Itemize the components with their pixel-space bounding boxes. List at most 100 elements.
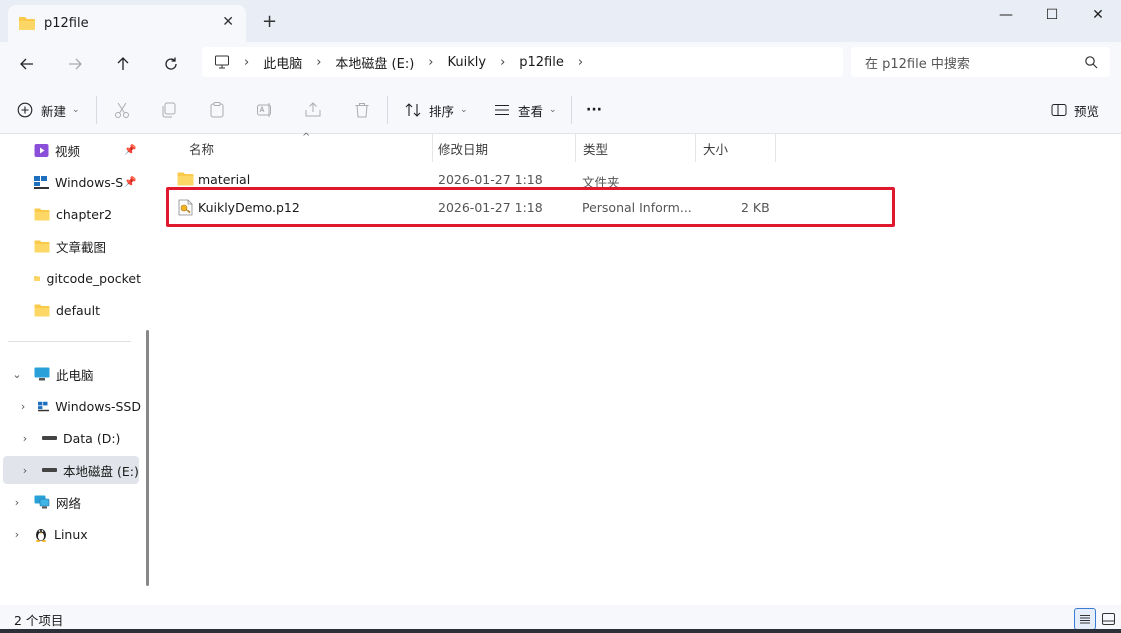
details-view-button[interactable] [1074,608,1096,630]
refresh-button[interactable] [155,50,187,78]
toolbar-divider [96,96,97,124]
scissors-icon [115,102,129,118]
column-header-modified[interactable]: 修改日期 [430,134,576,162]
chevron-right-icon: › [244,54,250,70]
delete-button[interactable] [353,98,371,122]
more-options-button[interactable]: ··· [586,98,602,122]
drive-icon [42,468,57,472]
new-tab-button[interactable]: + [262,11,277,32]
sidebar-item-drive-d[interactable]: › Data (D:) [0,424,141,452]
rename-icon [257,103,271,117]
sidebar-item-gitcode-pocket[interactable]: gitcode_pocket [0,264,141,292]
chevron-right-icon[interactable]: › [578,55,583,70]
sidebar-item-windows-ssd-drive[interactable]: › Windows-SSD [0,392,141,420]
back-button[interactable] [11,50,43,78]
sidebar-item-label: Windows-SSD [55,398,141,414]
folder-icon [34,304,50,316]
new-button[interactable]: 新建 ⌄ [17,98,80,122]
taskbar-edge [0,629,1121,633]
tab-close-button[interactable]: ✕ [222,14,234,30]
arrow-left-icon [20,58,33,70]
more-icon: ··· [586,102,602,118]
chevron-down-icon[interactable]: ⌄ [10,368,24,381]
chevron-right-icon: › [428,54,434,70]
drive-icon [42,436,57,440]
folder-icon [19,17,35,30]
column-header-name[interactable]: 名称 [181,134,433,162]
maximize-button[interactable]: ☐ [1029,0,1075,30]
sidebar-item-article-screenshots[interactable]: 文章截图 [0,232,141,260]
sidebar-item-label: 文章截图 [56,239,107,255]
tab-title: p12file [44,16,89,31]
address-bar[interactable]: › 此电脑 › 本地磁盘 (E:) › Kuikly › p12file › [202,47,843,77]
preview-label: 预览 [1074,103,1100,119]
breadcrumb-kuikly[interactable]: Kuikly [448,55,487,70]
highlight-box [166,187,895,227]
sidebar-item-label: 视频 [55,143,81,159]
search-box[interactable]: 在 p12file 中搜索 [851,47,1110,77]
chevron-down-icon: ⌄ [460,105,468,115]
column-header-label: 类型 [583,141,609,157]
column-header-size[interactable]: 大小 [695,134,776,162]
chevron-right-icon[interactable]: › [10,528,24,541]
breadcrumb-this-pc[interactable]: 此电脑 [263,53,302,72]
search-icon [1085,56,1098,69]
sidebar-item-network[interactable]: › 网络 [0,488,141,516]
share-button[interactable] [304,98,322,122]
sidebar-item-label: 本地磁盘 (E:) [63,463,139,479]
sidebar-item-linux[interactable]: › Linux [0,520,141,548]
paste-button[interactable] [208,98,226,122]
sidebar-item-default[interactable]: default [0,296,141,324]
sidebar-scrollbar[interactable] [146,330,149,586]
folder-icon [177,172,194,186]
preview-pane-button[interactable]: 预览 [1051,98,1099,122]
toolbar-divider [387,96,388,124]
pin-icon: 📌 [124,176,137,188]
sidebar-item-this-pc[interactable]: ⌄ 此电脑 [0,360,141,388]
details-view-icon [1080,615,1090,624]
rename-button[interactable] [256,98,274,122]
maximize-icon: ☐ [1045,7,1059,23]
cut-button[interactable] [113,98,131,122]
video-icon [34,143,49,157]
up-button[interactable] [107,50,139,78]
sort-label: 排序 [429,103,455,119]
breadcrumb-p12file[interactable]: p12file [519,55,564,70]
folder-icon [34,240,50,252]
new-label: 新建 [41,103,67,119]
close-button[interactable]: ✕ [1075,0,1121,30]
column-header-label: 大小 [703,141,729,157]
sidebar-item-windows-ssd[interactable]: Windows-SSD 📌 [0,168,141,196]
minimize-button[interactable]: — [983,0,1029,30]
sidebar-item-videos[interactable]: 视频 📌 [0,136,141,164]
preview-pane-icon [1051,104,1067,116]
folder-icon [34,275,41,281]
sidebar-item-label: chapter2 [56,206,113,222]
breadcrumb-drive-e[interactable]: 本地磁盘 (E:) [335,53,414,72]
toolbar-divider [571,96,572,124]
chevron-right-icon[interactable]: › [18,432,32,445]
sidebar-item-label: Linux [54,526,88,542]
column-header-type[interactable]: 类型 [575,134,696,162]
sidebar-item-chapter2[interactable]: chapter2 [0,200,141,228]
copy-icon [162,102,176,118]
minimize-icon: — [999,7,1013,23]
chevron-right-icon[interactable]: › [18,464,32,477]
chevron-right-icon[interactable]: › [18,400,28,413]
tab-p12file[interactable]: p12file ✕ [8,5,246,42]
tiles-view-button[interactable] [1097,608,1119,630]
copy-button[interactable] [160,98,178,122]
windows-drive-icon [38,401,50,411]
clipboard-icon [210,102,224,118]
network-icon [34,495,50,509]
computer-icon [34,367,50,381]
forward-button[interactable] [59,50,91,78]
sidebar-item-drive-e[interactable]: › 本地磁盘 (E:) [3,456,139,484]
chevron-right-icon[interactable]: › [10,496,24,509]
navigation-pane: 视频 📌 Windows-SSD 📌 chapter2 文章截图 gitcode… [0,134,150,605]
sort-button[interactable]: 排序 ⌄ [404,98,468,122]
view-button[interactable]: 查看 ⌄ [494,98,557,122]
chevron-right-icon: › [316,54,322,70]
column-header-label: 修改日期 [438,141,489,157]
share-icon [305,102,321,117]
